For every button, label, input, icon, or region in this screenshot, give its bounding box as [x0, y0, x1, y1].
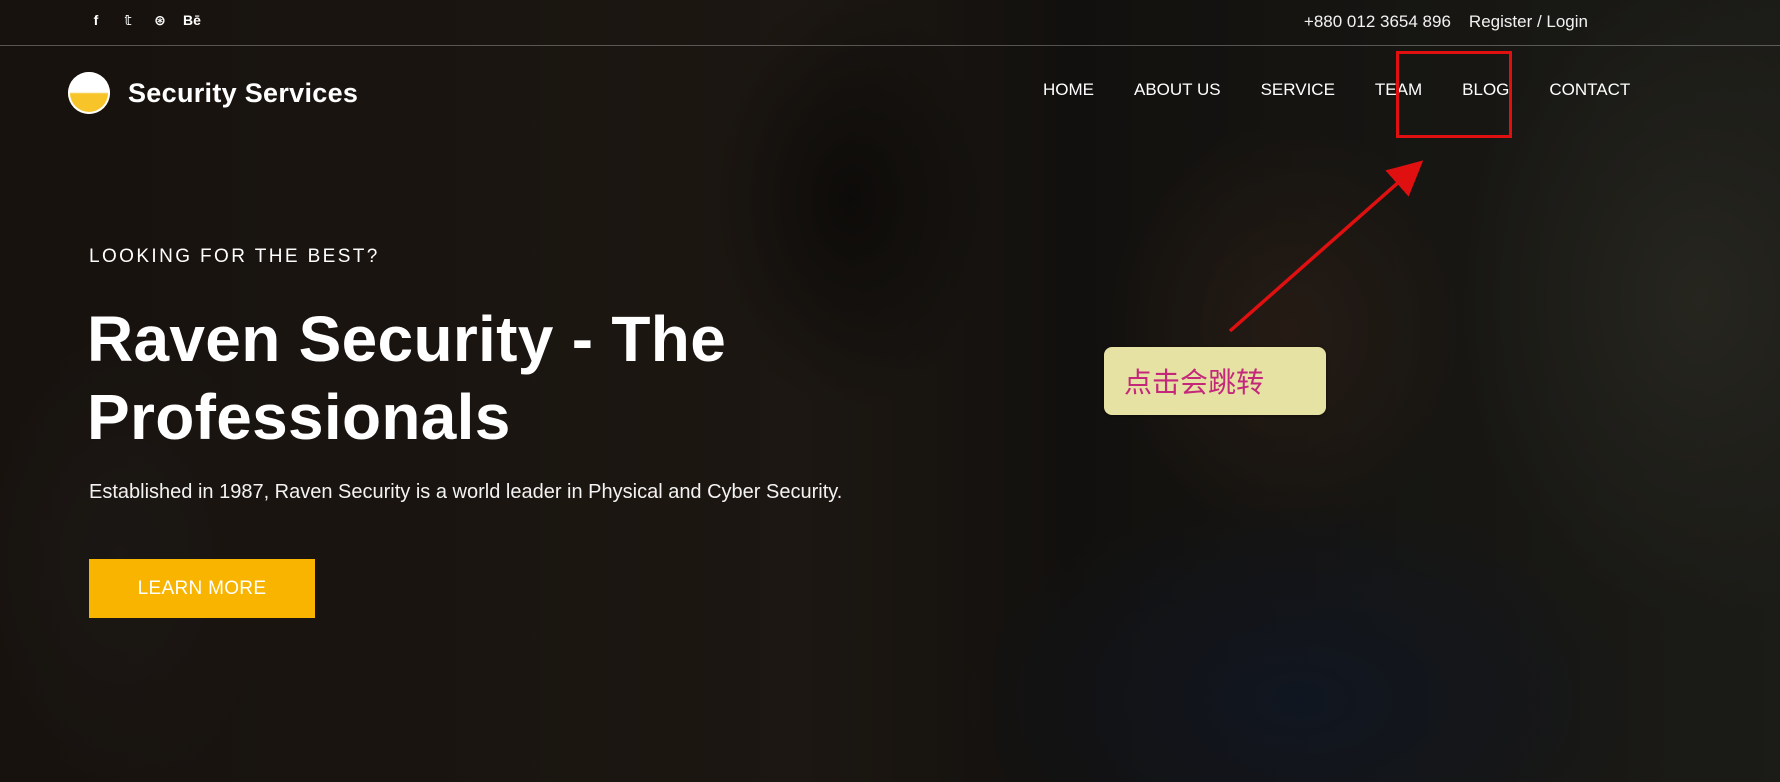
top-bar: f 𝕥 ⊛ Bē +880 012 3654 896 Register / Lo… — [0, 0, 1780, 46]
dribbble-icon[interactable]: ⊛ — [152, 12, 168, 28]
nav-home[interactable]: HOME — [1043, 80, 1094, 100]
main-nav: HOME ABOUT US SERVICE TEAM BLOG CONTACT — [1043, 80, 1630, 100]
annotation-highlight-box — [1396, 51, 1512, 138]
hero-title-line-1: Raven Security - The — [87, 303, 727, 375]
topbar-contact: +880 012 3654 896 Register / Login — [1304, 12, 1588, 32]
brand-name: Security Services — [128, 77, 359, 108]
hero-subtitle: Established in 1987, Raven Security is a… — [89, 481, 843, 503]
logo-icon — [68, 72, 110, 114]
nav-about-us[interactable]: ABOUT US — [1134, 80, 1221, 100]
hero-title-line-2: Professionals — [87, 381, 511, 453]
social-links: f 𝕥 ⊛ Bē — [88, 12, 201, 29]
brand-logo[interactable]: Security Services — [68, 72, 358, 114]
learn-more-button[interactable]: LEARN MORE — [89, 559, 315, 618]
twitter-icon[interactable]: 𝕥 — [120, 12, 136, 28]
phone-number: +880 012 3654 896 — [1303, 12, 1451, 31]
behance-icon[interactable]: Bē — [183, 12, 201, 28]
facebook-icon[interactable]: f — [88, 12, 104, 28]
nav-contact[interactable]: CONTACT — [1549, 80, 1630, 100]
hero-title: Raven Security - The Professionals — [87, 300, 907, 456]
hero-eyebrow: LOOKING FOR THE BEST? — [89, 246, 380, 267]
annotation-tooltip: 点击会跳转 — [1104, 347, 1326, 415]
nav-service[interactable]: SERVICE — [1261, 80, 1335, 100]
register-login-link[interactable]: Register / Login — [1469, 12, 1588, 32]
